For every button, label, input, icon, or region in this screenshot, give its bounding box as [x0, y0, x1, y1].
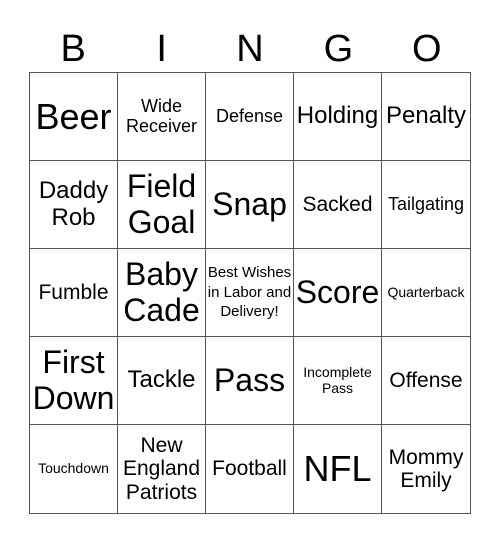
- header-letter-g: G: [323, 28, 354, 70]
- bingo-cell[interactable]: Touchdown: [30, 425, 118, 513]
- bingo-cell[interactable]: Baby Cade: [118, 249, 206, 337]
- bingo-cell[interactable]: First Down: [30, 337, 118, 425]
- bingo-cell[interactable]: NFL: [294, 425, 382, 513]
- bingo-cell[interactable]: Tailgating: [382, 161, 470, 249]
- bingo-cell[interactable]: New England Patriots: [118, 425, 206, 513]
- bingo-cell[interactable]: Sacked: [294, 161, 382, 249]
- bingo-cell[interactable]: Penalty: [382, 73, 470, 161]
- header-letter-o: O: [412, 28, 442, 70]
- bingo-cell[interactable]: Incomplete Pass: [294, 337, 382, 425]
- bingo-cell[interactable]: Wide Receiver: [118, 73, 206, 161]
- header-letter-n: N: [236, 28, 264, 70]
- bingo-cell[interactable]: Defense: [206, 73, 294, 161]
- bingo-cell[interactable]: Football: [206, 425, 294, 513]
- bingo-cell[interactable]: Beer: [30, 73, 118, 161]
- bingo-cell[interactable]: Tackle: [118, 337, 206, 425]
- bingo-grid: Beer Wide Receiver Defense Holding Penalty Da…: [29, 72, 471, 514]
- bingo-header: B I N G O: [29, 26, 471, 72]
- header-letter-i: I: [156, 28, 167, 70]
- bingo-cell[interactable]: Pass: [206, 337, 294, 425]
- bingo-cell[interactable]: Snap: [206, 161, 294, 249]
- bingo-cell[interactable]: Daddy Rob: [30, 161, 118, 249]
- bingo-cell[interactable]: Quarterback: [382, 249, 470, 337]
- bingo-cell[interactable]: Best Wishes in Labor and Delivery!: [206, 249, 294, 337]
- bingo-cell[interactable]: Field Goal: [118, 161, 206, 249]
- bingo-cell[interactable]: Score: [294, 249, 382, 337]
- bingo-cell[interactable]: Fumble: [30, 249, 118, 337]
- bingo-cell[interactable]: Mommy Emily: [382, 425, 470, 513]
- bingo-cell[interactable]: Holding: [294, 73, 382, 161]
- bingo-cell[interactable]: Offense: [382, 337, 470, 425]
- header-letter-b: B: [60, 28, 86, 70]
